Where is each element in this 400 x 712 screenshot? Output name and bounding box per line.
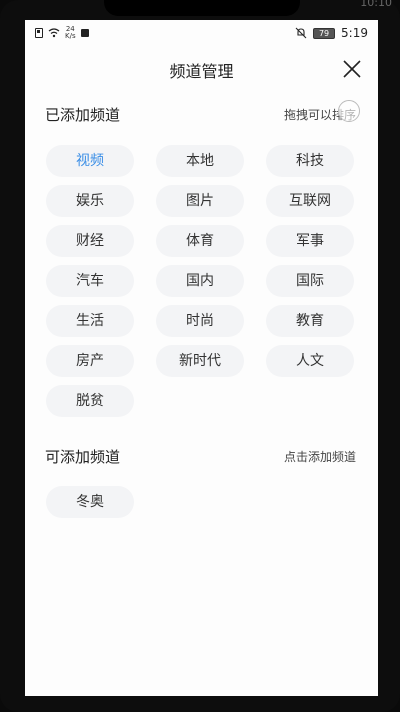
available-section-hint: 点击添加频道 [283,450,356,464]
channel-chip[interactable]: 军事 [266,225,354,257]
channel-chip[interactable]: 房产 [46,345,134,377]
status-left: 24 K/s [35,26,89,40]
channel-chip[interactable]: 新时代 [156,345,244,377]
channel-chip[interactable]: 财经 [46,225,134,257]
notch [104,0,300,16]
status-time: 5:19 [341,26,368,40]
status-bar: 24 K/s 79 5:19 [25,20,378,46]
channel-chip[interactable]: 视频 [46,145,134,177]
channel-chip[interactable]: 教育 [266,305,354,337]
channel-chip[interactable]: 汽车 [46,265,134,297]
phone-frame: 10:10 24 K/s 79 5:19 频道管理 已添加频道 拖拽可以排序 视… [0,0,400,712]
channel-chip[interactable]: 时尚 [156,305,244,337]
page-title: 频道管理 [169,62,234,81]
channel-chip[interactable]: 冬奥 [46,486,134,518]
channel-chip[interactable]: 体育 [156,225,244,257]
channel-chip[interactable]: 国内 [156,265,244,297]
header: 频道管理 [25,50,378,90]
channel-chip[interactable]: 互联网 [266,185,354,217]
channel-chip[interactable]: 人文 [266,345,354,377]
screen: 24 K/s 79 5:19 频道管理 已添加频道 拖拽可以排序 视频 本地 科技娱… [25,20,378,696]
channel-chip[interactable]: 娱乐 [46,185,134,217]
sim-icon [35,28,43,38]
channel-chip[interactable]: 生活 [46,305,134,337]
mute-bell-icon [295,27,307,39]
channel-chip[interactable]: 科技 [266,145,354,177]
status-right: 79 5:19 [295,26,368,40]
available-section-title: 可添加频道 [45,448,121,466]
channel-chip[interactable]: 国际 [266,265,354,297]
network-speed: 24 K/s [65,25,76,40]
channel-chip[interactable]: 本地 [156,145,244,177]
wifi-icon [48,28,60,38]
close-icon[interactable] [341,58,363,80]
sort-icon[interactable] [338,100,360,122]
notification-icon [80,29,89,37]
top-clock: 10:10 [360,0,392,9]
channel-chip[interactable]: 脱贫 [46,385,134,417]
channel-chip[interactable]: 图片 [156,185,244,217]
added-section-title: 已添加频道 [45,106,121,124]
battery-icon: 79 [313,27,336,39]
